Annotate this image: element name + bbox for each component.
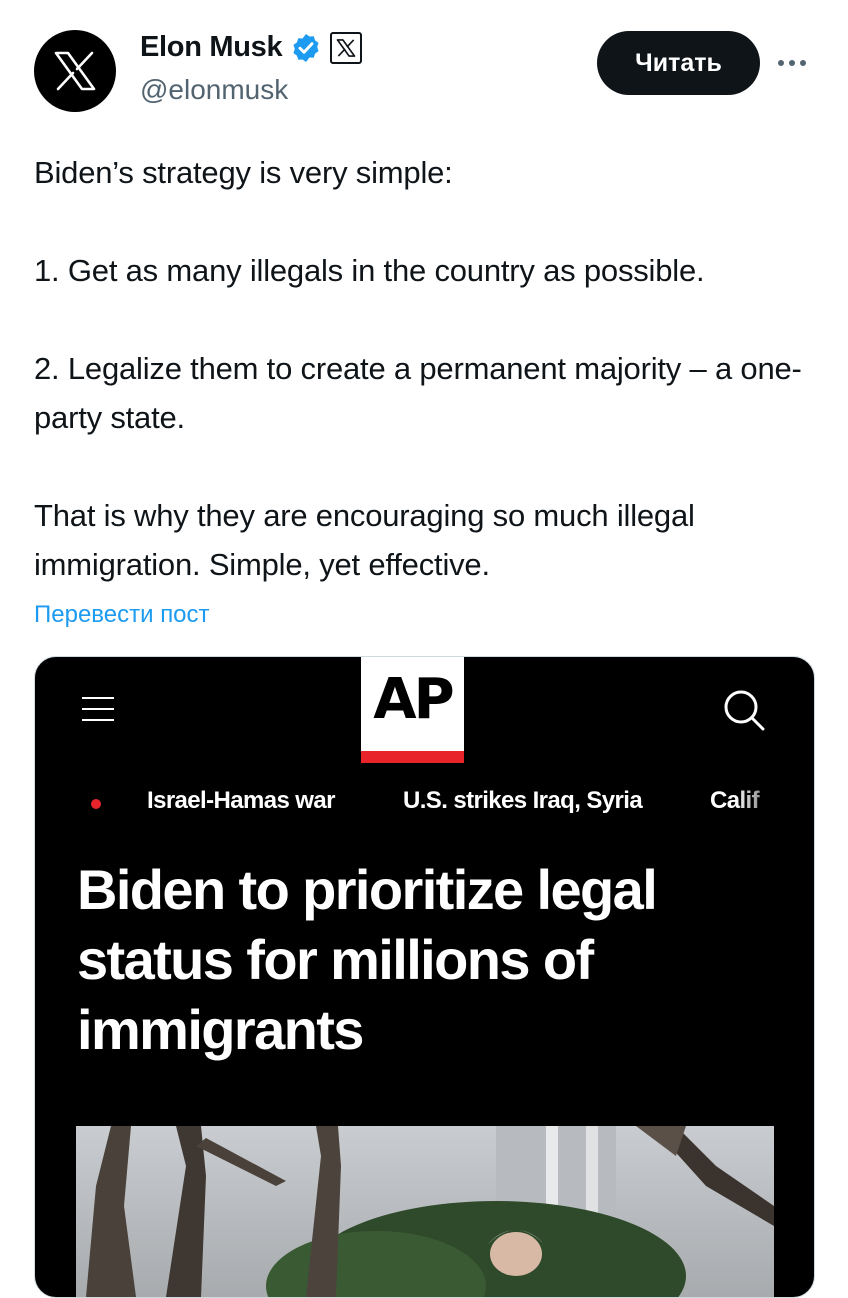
x-logo-icon xyxy=(336,38,356,57)
affiliate-x-badge xyxy=(330,31,363,64)
hamburger-menu-icon xyxy=(82,697,114,721)
more-horizontal-icon[interactable] xyxy=(778,52,814,74)
verified-badge-icon xyxy=(293,33,319,62)
x-logo-icon xyxy=(54,51,96,91)
avatar[interactable] xyxy=(34,30,116,112)
translate-post-link[interactable]: Перевести пост xyxy=(34,601,210,629)
tweet-text: Biden’s strategy is very simple: 1. Get … xyxy=(34,155,802,582)
nav-link: Israel-Hamas war xyxy=(147,787,335,814)
live-dot-icon xyxy=(91,799,101,809)
link-preview-card[interactable]: AP Israel-Hamas war U.S. strikes Iraq, S… xyxy=(34,656,815,1298)
search-icon xyxy=(724,690,765,731)
nav-fade xyxy=(735,777,814,827)
article-photo xyxy=(76,1126,774,1297)
follow-button[interactable]: Читать xyxy=(597,31,760,95)
ap-logo: AP xyxy=(361,657,464,763)
author-name[interactable]: Elon Musk xyxy=(140,31,283,64)
ap-logo-bar xyxy=(361,751,464,763)
nav-link: U.S. strikes Iraq, Syria xyxy=(403,787,643,814)
author-handle[interactable]: @elonmusk xyxy=(140,74,288,106)
author-name-row: Elon Musk xyxy=(140,31,363,64)
article-headline: Biden to prioritize legal status for mil… xyxy=(77,858,658,1061)
ap-logo-text: AP xyxy=(373,667,454,732)
